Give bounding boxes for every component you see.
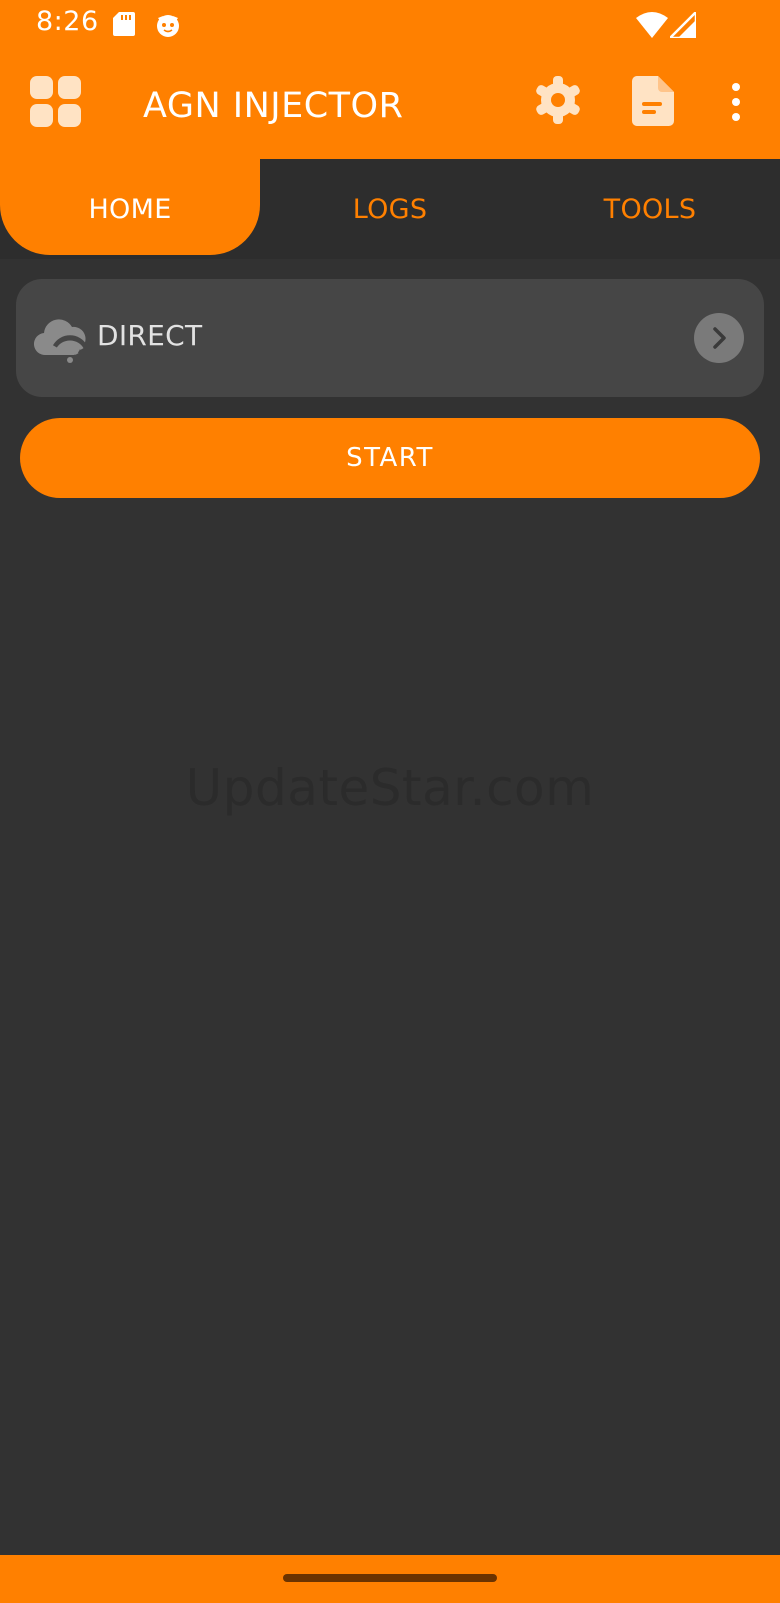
main-content: HOME LOGS TOOLS DIRECT START UpdateStar.… bbox=[0, 155, 780, 1555]
document-icon[interactable] bbox=[632, 76, 674, 126]
home-gesture-handle[interactable] bbox=[283, 1574, 497, 1582]
status-time: 8:26 bbox=[36, 6, 99, 37]
more-vert-icon[interactable] bbox=[722, 82, 750, 122]
app-screen: 8:26 AGN INJECTOR HOME LOGS TOOLS DIRECT… bbox=[0, 0, 780, 1603]
sd-card-icon bbox=[113, 12, 135, 36]
status-bar: 8:26 bbox=[0, 0, 780, 50]
tab-tools[interactable]: TOOLS bbox=[520, 159, 780, 259]
watermark: UpdateStar.com bbox=[185, 759, 595, 817]
chevron-right-icon bbox=[713, 327, 726, 349]
app-bar: AGN INJECTOR bbox=[0, 50, 780, 160]
navigation-bar bbox=[0, 1555, 780, 1603]
start-button[interactable]: START bbox=[20, 418, 760, 498]
tab-logs[interactable]: LOGS bbox=[260, 159, 520, 259]
connection-mode-label: DIRECT bbox=[97, 319, 203, 352]
gear-icon[interactable] bbox=[534, 76, 582, 124]
connection-mode-next-button[interactable] bbox=[694, 313, 744, 363]
cat-icon bbox=[157, 15, 179, 37]
cloud-wifi-icon bbox=[34, 319, 88, 363]
wifi-icon bbox=[636, 12, 668, 38]
tab-home[interactable]: HOME bbox=[0, 159, 260, 259]
app-title: AGN INJECTOR bbox=[143, 86, 404, 126]
tab-bar: HOME LOGS TOOLS bbox=[0, 155, 780, 259]
connection-mode-selector[interactable]: DIRECT bbox=[16, 279, 764, 397]
signal-icon bbox=[670, 12, 696, 38]
apps-grid-icon[interactable] bbox=[30, 76, 82, 128]
